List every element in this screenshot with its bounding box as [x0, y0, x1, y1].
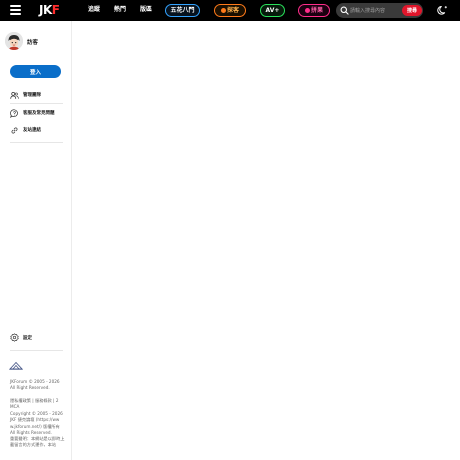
- tanke-logo-icon: [220, 8, 226, 13]
- search-box: 搜尋: [336, 3, 423, 18]
- footer-notice: 重要聲明：本網站是以即時上載留言的方式運作，本站: [10, 436, 65, 448]
- footer-copyright: JKForum © 2005 - 2026 All Right Reserved…: [10, 379, 60, 391]
- sidebar-item-label: 管理團隊: [23, 93, 41, 98]
- search-icon: [340, 6, 349, 15]
- top-navigation-bar: JKF 追蹤 熱門 版區 五花八門 探客 AV+ 拼果 搜尋: [0, 0, 460, 21]
- login-button[interactable]: 登入: [10, 65, 61, 78]
- jkf-logo[interactable]: JKF: [39, 3, 60, 17]
- sidebar-item-management-team[interactable]: 管理團隊: [10, 90, 66, 100]
- pinguo-logo-icon: [304, 8, 310, 13]
- jkf-footer-logo-icon: [9, 361, 23, 370]
- footer-copyright-full: Copyright © 2005 - 2026 JKF 捷克論壇 (https:…: [10, 411, 63, 436]
- avplus-banner-button[interactable]: AV+: [260, 4, 285, 17]
- tanke-label: 探客: [226, 6, 239, 14]
- sidebar-item-label: 客服及常見問題: [23, 111, 55, 116]
- theme-toggle-icon[interactable]: [437, 5, 448, 16]
- wuhua-label: 五花八門: [170, 6, 195, 14]
- sidebar-item-label: 友站連結: [23, 128, 41, 133]
- pinguo-label: 拼果: [310, 6, 323, 14]
- nav-hot[interactable]: 熱門: [114, 5, 126, 15]
- guest-avatar-icon: [5, 32, 23, 50]
- username: 訪客: [27, 40, 39, 46]
- search-button[interactable]: 搜尋: [402, 5, 422, 16]
- sidebar-item-customer-service[interactable]: 客服及常見問題: [10, 108, 66, 118]
- nav-follow[interactable]: 追蹤: [88, 5, 100, 15]
- sidebar-item-settings[interactable]: 設定: [10, 333, 32, 342]
- gear-icon: [10, 333, 19, 342]
- tanke-banner-button[interactable]: 探客: [214, 4, 246, 17]
- divider: [10, 142, 63, 143]
- logo-accent-text: F: [51, 3, 60, 17]
- search-input[interactable]: [350, 5, 400, 16]
- main-content-area: [73, 21, 460, 460]
- users-icon: [10, 91, 19, 99]
- left-sidebar: 訪客 登入 管理團隊 客服及常見問題 友站連結 設定 JKForum © 200…: [0, 21, 72, 460]
- divider: [10, 103, 63, 104]
- wuhua-banner-button[interactable]: 五花八門: [165, 4, 200, 17]
- sidebar-item-friend-links[interactable]: 友站連結: [10, 125, 66, 135]
- help-chat-icon: [10, 108, 18, 118]
- link-icon: [11, 127, 18, 133]
- hamburger-menu-icon[interactable]: [10, 5, 21, 15]
- footer-policy-links[interactable]: 隱私權政策 | 服務條款 | 2 MCA: [10, 398, 66, 411]
- logo-text: JK: [39, 3, 52, 17]
- nav-boards[interactable]: 版區: [140, 5, 152, 15]
- divider: [10, 350, 63, 351]
- avplus-label: AV+: [265, 6, 280, 14]
- avatar[interactable]: [5, 32, 23, 50]
- settings-label: 設定: [23, 335, 32, 341]
- pinguo-banner-button[interactable]: 拼果: [298, 4, 330, 17]
